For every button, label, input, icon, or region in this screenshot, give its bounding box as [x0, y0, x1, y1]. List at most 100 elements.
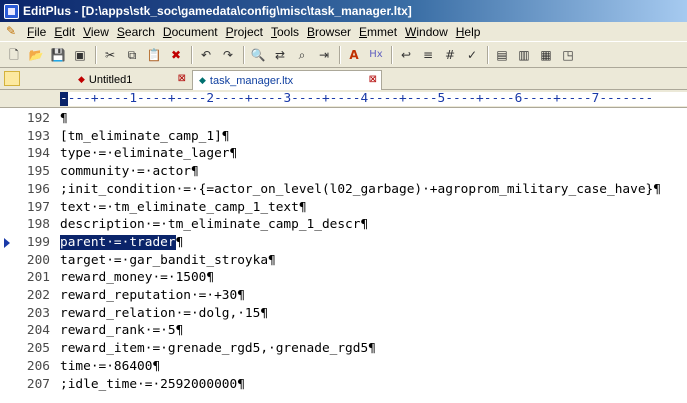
- editor-line[interactable]: 204 reward_rank·=·5¶: [0, 322, 687, 340]
- line-number: 205: [26, 341, 50, 357]
- undo-icon[interactable]: ↶: [196, 45, 216, 65]
- document-icon: ◆: [199, 75, 206, 85]
- tab-bar: ◆ Untitled1 ⊠ ◆ task_manager.ltx ⊠: [0, 68, 687, 90]
- tab-label: task_manager.ltx: [209, 74, 294, 87]
- directory-toggle-icon[interactable]: [4, 71, 20, 86]
- editor-line[interactable]: 195 community·=·actor¶: [0, 163, 687, 181]
- ruler-scale: ----+----1----+----2----+----3----+----4…: [60, 92, 687, 106]
- toolbar-separator: [243, 45, 245, 64]
- font-icon[interactable]: A: [344, 45, 364, 65]
- line-number: 201: [26, 270, 50, 286]
- find-files-icon[interactable]: ⌕: [292, 45, 312, 65]
- menu-document[interactable]: Document: [161, 25, 224, 39]
- menu-search[interactable]: Search: [115, 25, 161, 39]
- editor-line[interactable]: 205 reward_item·=·grenade_rgd5,·grenade_r…: [0, 340, 687, 358]
- line-text: reward_item·=·grenade_rgd5,·grenade_rgd5…: [60, 341, 376, 357]
- directory-window-icon[interactable]: ▦: [536, 45, 556, 65]
- editor-line[interactable]: 207 ;idle_time·=·2592000000¶: [0, 376, 687, 394]
- hex-icon[interactable]: Hx: [366, 45, 386, 65]
- output-window-icon[interactable]: ▤: [492, 45, 512, 65]
- editor-line[interactable]: 201 reward_money·=·1500¶: [0, 269, 687, 287]
- browser-icon[interactable]: ◳: [558, 45, 578, 65]
- editor-line[interactable]: 196 ;init_condition·=·{=actor_on_level(l0…: [0, 181, 687, 199]
- menu-accelerator: S: [116, 24, 125, 39]
- find-icon[interactable]: 🔍: [248, 45, 268, 65]
- column-ruler: ----+----1----+----2----+----3----+----4…: [0, 90, 687, 108]
- tab-untitled1[interactable]: ◆ Untitled1 ⊠: [72, 70, 190, 89]
- document-icon: ◆: [78, 74, 85, 84]
- line-number: 197: [26, 199, 50, 215]
- spell-check-icon[interactable]: ✓: [462, 45, 482, 65]
- editor-line[interactable]: 192 ¶: [0, 110, 687, 128]
- line-text: ;idle_time·=·2592000000¶: [60, 376, 245, 392]
- line-text: ;init_condition·=·{=actor_on_level(l02_g…: [60, 181, 661, 197]
- window-title: EditPlus - [D:\apps\stk_soc\gamedata\con…: [23, 4, 412, 18]
- new-file-icon[interactable]: 🗋: [4, 45, 24, 65]
- menu-browser[interactable]: Browser: [305, 25, 357, 39]
- ruler-icon[interactable]: ≡: [418, 45, 438, 65]
- copy-icon[interactable]: ⧉: [122, 45, 142, 65]
- ruler-marks: ---+----1----+----2----+----3----+----4-…: [67, 92, 654, 106]
- menu-label: ocument: [171, 24, 218, 39]
- editor-line[interactable]: 193 [tm_eliminate_camp_1]¶: [0, 128, 687, 146]
- toolbar: 🗋 📂 💾 ▣ ✂ ⧉ 📋 ✖ ↶ ↷ 🔍 ⇄ ⌕ ⇥ A Hx ↩ ≡ # ✓ ▤ ▥ ▦ ◳: [0, 41, 687, 68]
- line-number: 192: [26, 111, 50, 126]
- line-text: reward_reputation·=·+30¶: [60, 288, 245, 303]
- editor-line[interactable]: 206 time·=·86400¶: [0, 358, 687, 376]
- menu-bar: ✎ File Edit View Search Document Project Tools…: [0, 22, 687, 41]
- tab-close-icon[interactable]: ⊠: [178, 73, 186, 84]
- line-text: type·=·eliminate_lager¶: [60, 146, 238, 162]
- toolbar-separator: [191, 45, 193, 64]
- menu-edit[interactable]: Edit: [52, 25, 81, 39]
- selected-text[interactable]: parent·=·trader: [60, 234, 176, 250]
- save-icon[interactable]: 💾: [48, 45, 68, 65]
- paste-icon[interactable]: 📋: [144, 45, 164, 65]
- menu-accelerator: D: [162, 24, 172, 39]
- cut-icon[interactable]: ✂: [100, 45, 120, 65]
- editor-line[interactable]: 200 target·=·gar_bandit_stroyka¶: [0, 252, 687, 270]
- menu-tools[interactable]: Tools: [269, 25, 305, 39]
- menu-help[interactable]: Help: [454, 25, 487, 39]
- line-text: reward_rank·=·5¶: [60, 323, 184, 339]
- editor-line[interactable]: 198 description·=·tm_eliminate_camp_1_des…: [0, 216, 687, 234]
- tab-task-manager[interactable]: ◆ task_manager.ltx ⊠: [192, 70, 382, 90]
- cliptext-icon[interactable]: ▥: [514, 45, 534, 65]
- save-all-icon[interactable]: ▣: [70, 45, 90, 65]
- menu-label: ools: [276, 24, 299, 39]
- ruler-cursor-mark: -: [60, 92, 68, 106]
- pencil-icon: ✎: [6, 24, 17, 38]
- menu-emmet[interactable]: Emmet: [357, 25, 403, 39]
- line-number: 206: [26, 358, 50, 374]
- editor-line[interactable]: 202 reward_reputation·=·+30¶: [0, 287, 687, 305]
- line-text: community·=·actor¶: [60, 164, 199, 180]
- open-icon[interactable]: 📂: [26, 45, 46, 65]
- line-text: [tm_eliminate_camp_1]¶: [60, 128, 230, 144]
- menu-label: ile: [34, 24, 47, 39]
- line-number-icon[interactable]: #: [440, 45, 460, 65]
- replace-icon[interactable]: ⇄: [270, 45, 290, 65]
- tab-close-icon[interactable]: ⊠: [369, 74, 377, 85]
- redo-icon[interactable]: ↷: [218, 45, 238, 65]
- menu-accelerator: B: [307, 24, 316, 39]
- menu-file[interactable]: File: [25, 25, 52, 39]
- title-bar: EditPlus - [D:\apps\stk_soc\gamedata\con…: [0, 0, 687, 22]
- menu-project[interactable]: Project: [224, 25, 269, 39]
- menu-view[interactable]: View: [81, 25, 115, 39]
- line-text: reward_relation·=·dolg,·15¶: [60, 305, 269, 321]
- line-number: 203: [26, 305, 50, 321]
- word-wrap-icon[interactable]: ↩: [396, 45, 416, 65]
- delete-icon[interactable]: ✖: [166, 45, 186, 65]
- menu-window[interactable]: Window: [403, 25, 454, 39]
- line-text: reward_money·=·1500¶: [60, 270, 215, 286]
- editor-line[interactable]: 199 parent·=·trader¶: [0, 234, 687, 252]
- editor-line[interactable]: 194 type·=·eliminate_lager¶: [0, 145, 687, 163]
- editor-line[interactable]: 197 text·=·tm_eliminate_camp_1_text¶: [0, 199, 687, 217]
- tab-label: Untitled1: [88, 73, 133, 86]
- line-number: 193: [26, 128, 50, 144]
- line-number: 207: [26, 376, 50, 392]
- goto-icon[interactable]: ⇥: [314, 45, 334, 65]
- text-editor[interactable]: 192 ¶ 193 [tm_eliminate_camp_1]¶ 194 type·=·e…: [0, 108, 687, 403]
- line-number: 199: [26, 234, 50, 250]
- toolbar-separator: [95, 45, 97, 64]
- editor-line[interactable]: 203 reward_relation·=·dolg,·15¶: [0, 305, 687, 323]
